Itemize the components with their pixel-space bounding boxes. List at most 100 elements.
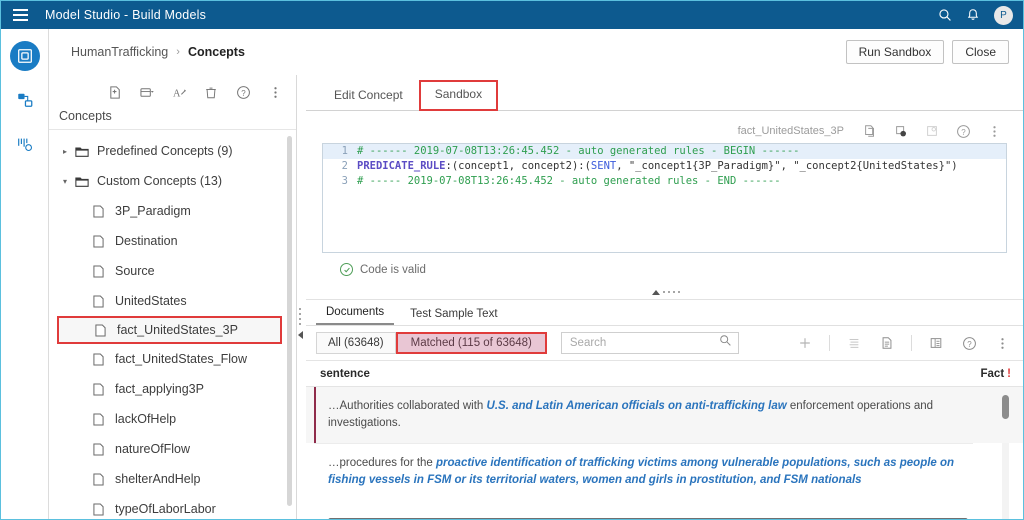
toolbar-divider bbox=[911, 335, 912, 351]
close-button[interactable]: Close bbox=[952, 40, 1009, 64]
import-concept-icon[interactable] bbox=[138, 83, 156, 101]
delete-icon[interactable] bbox=[202, 83, 220, 101]
tree-item[interactable]: ▸ Predefined Concepts (9) bbox=[49, 136, 296, 166]
fact-required-badge: ! bbox=[1007, 367, 1011, 380]
tree-item-label: UnitedStates bbox=[115, 294, 187, 308]
svg-text:?: ? bbox=[961, 127, 966, 136]
horizontal-splitter-handle[interactable] bbox=[306, 285, 1023, 299]
tab-test-sample-text[interactable]: Test Sample Text bbox=[400, 305, 507, 325]
table-view-icon[interactable] bbox=[927, 334, 945, 352]
new-concept-icon[interactable] bbox=[106, 83, 124, 101]
paste-icon[interactable] bbox=[892, 122, 910, 140]
concepts-tree[interactable]: ▸ Predefined Concepts (9) ▾ Custom Concepts… bbox=[49, 129, 296, 517]
more-options-icon[interactable] bbox=[985, 122, 1003, 140]
tree-twisty-icon[interactable]: ▸ bbox=[63, 147, 75, 156]
code-text: # ----- 2019-07-08T13:26:45.452 - auto g… bbox=[357, 175, 781, 187]
help-icon[interactable]: ? bbox=[960, 334, 978, 352]
tree-item[interactable]: fact_applying3P bbox=[49, 374, 296, 404]
copy-icon[interactable] bbox=[861, 122, 879, 140]
more-options-icon[interactable] bbox=[266, 83, 284, 101]
folder-icon bbox=[75, 145, 97, 158]
rows-scrollbar-thumb[interactable] bbox=[1002, 395, 1009, 419]
tree-item[interactable]: typeOfLaborLabor bbox=[49, 494, 296, 517]
document-view-icon[interactable] bbox=[878, 334, 896, 352]
code-line[interactable]: 1 # ------ 2019-07-08T13:26:45.452 - auto… bbox=[323, 144, 1006, 159]
breadcrumb-separator: › bbox=[176, 46, 180, 58]
tree-item[interactable]: 3P_Paradigm bbox=[49, 196, 296, 226]
filter-all-button[interactable]: All (63648) bbox=[316, 332, 396, 354]
file-icon bbox=[93, 264, 115, 278]
tree-item[interactable]: fact_UnitedStates_Flow bbox=[49, 344, 296, 374]
add-icon[interactable] bbox=[796, 334, 814, 352]
more-options-icon[interactable] bbox=[993, 334, 1011, 352]
line-number: 1 bbox=[341, 145, 348, 157]
tree-item-label: Source bbox=[115, 264, 155, 278]
tree-twisty-icon[interactable]: ▾ bbox=[63, 177, 75, 186]
tree-item-label: fact_UnitedStates_Flow bbox=[115, 352, 248, 366]
header-actions: Run Sandbox Close bbox=[845, 40, 1009, 64]
build-models-icon[interactable] bbox=[9, 41, 40, 71]
search-icon[interactable] bbox=[938, 8, 952, 22]
table-row[interactable]: …procedures for the proactive identifica… bbox=[306, 444, 1023, 500]
rename-concept-icon[interactable]: A bbox=[170, 83, 188, 101]
vertical-splitter-handle[interactable] bbox=[294, 301, 306, 345]
tree-item[interactable]: Destination bbox=[49, 226, 296, 256]
code-line[interactable]: 3 # ----- 2019-07-08T13:26:45.452 - auto … bbox=[323, 174, 1006, 189]
hamburger-menu-icon[interactable] bbox=[1, 1, 39, 29]
tree-item[interactable]: ▾ Custom Concepts (13) bbox=[49, 166, 296, 196]
tree-item-label: fact_applying3P bbox=[115, 382, 204, 396]
sentence-text: …procedures for the bbox=[328, 457, 437, 469]
search-input-wrapper[interactable] bbox=[560, 332, 739, 354]
pipelines-icon[interactable] bbox=[10, 85, 40, 115]
code-text: PREDICATE_RULE:(concept1, concept2):(SEN… bbox=[357, 160, 958, 172]
bell-icon[interactable] bbox=[966, 8, 980, 22]
tree-item-selected[interactable]: fact_UnitedStates_3P bbox=[57, 316, 282, 344]
line-number: 2 bbox=[341, 160, 348, 172]
tree-item[interactable]: UnitedStates bbox=[49, 286, 296, 316]
column-header-fact[interactable]: Fact ! bbox=[981, 368, 1024, 380]
check-circle-icon bbox=[340, 263, 353, 276]
topbar-actions: P bbox=[938, 5, 1023, 25]
code-line[interactable]: 2 PREDICATE_RULE:(concept1, concept2):(SE… bbox=[323, 159, 1006, 174]
file-icon bbox=[93, 442, 115, 456]
column-header-sentence[interactable]: sentence bbox=[320, 368, 370, 380]
file-icon bbox=[93, 412, 115, 426]
code-editor[interactable]: 1 # ------ 2019-07-08T13:26:45.452 - auto… bbox=[322, 143, 1007, 253]
search-input[interactable] bbox=[567, 336, 719, 350]
clear-icon[interactable] bbox=[923, 122, 941, 140]
help-icon[interactable]: ? bbox=[234, 83, 252, 101]
table-row[interactable]: …Authorities collaborated with U.S. and … bbox=[306, 387, 1023, 443]
code-status: Code is valid bbox=[322, 253, 1007, 285]
line-number: 3 bbox=[341, 175, 348, 187]
search-icon[interactable] bbox=[719, 334, 732, 352]
data-icon[interactable] bbox=[10, 129, 40, 159]
documents-toolbar: ? bbox=[796, 334, 1023, 352]
documents-rows: …Authorities collaborated with U.S. and … bbox=[306, 387, 1023, 519]
concepts-panel: A ? Concepts ▸ Predefined Concepts (9) ▾ Cu… bbox=[49, 75, 297, 519]
user-avatar[interactable]: P bbox=[994, 5, 1013, 25]
tree-item[interactable]: lackOfHelp bbox=[49, 404, 296, 434]
concepts-panel-label: Concepts bbox=[59, 109, 112, 123]
main-content: Edit Concept Sandbox fact_UnitedStates_3… bbox=[306, 75, 1024, 519]
concepts-toolbar: A ? bbox=[49, 75, 296, 109]
breadcrumb-current: Concepts bbox=[187, 45, 245, 59]
help-icon[interactable]: ? bbox=[954, 122, 972, 140]
svg-text:?: ? bbox=[967, 339, 972, 348]
tab-documents[interactable]: Documents bbox=[316, 303, 395, 325]
main-tabs: Edit Concept Sandbox bbox=[306, 75, 1023, 111]
breadcrumb-project[interactable]: HumanTrafficking bbox=[71, 45, 168, 59]
tree-item[interactable]: shelterAndHelp bbox=[49, 464, 296, 494]
tree-item[interactable]: Source bbox=[49, 256, 296, 286]
filter-matched-button[interactable]: Matched (115 of 63648) bbox=[395, 332, 547, 354]
tree-item-label: fact_UnitedStates_3P bbox=[117, 323, 238, 337]
tab-sandbox[interactable]: Sandbox bbox=[418, 80, 499, 111]
matched-text: U.S. and Latin American officials on ant… bbox=[486, 400, 787, 412]
file-icon bbox=[93, 382, 115, 396]
documents-table-header: sentence Fact ! bbox=[306, 360, 1024, 387]
documents-tabs: Documents Test Sample Text bbox=[306, 300, 1023, 326]
list-view-icon[interactable] bbox=[845, 334, 863, 352]
tab-edit-concept[interactable]: Edit Concept bbox=[322, 82, 415, 110]
tree-item[interactable]: natureOfFlow bbox=[49, 434, 296, 464]
concepts-tree-scrollbar[interactable] bbox=[287, 136, 292, 506]
run-sandbox-button[interactable]: Run Sandbox bbox=[845, 40, 945, 64]
